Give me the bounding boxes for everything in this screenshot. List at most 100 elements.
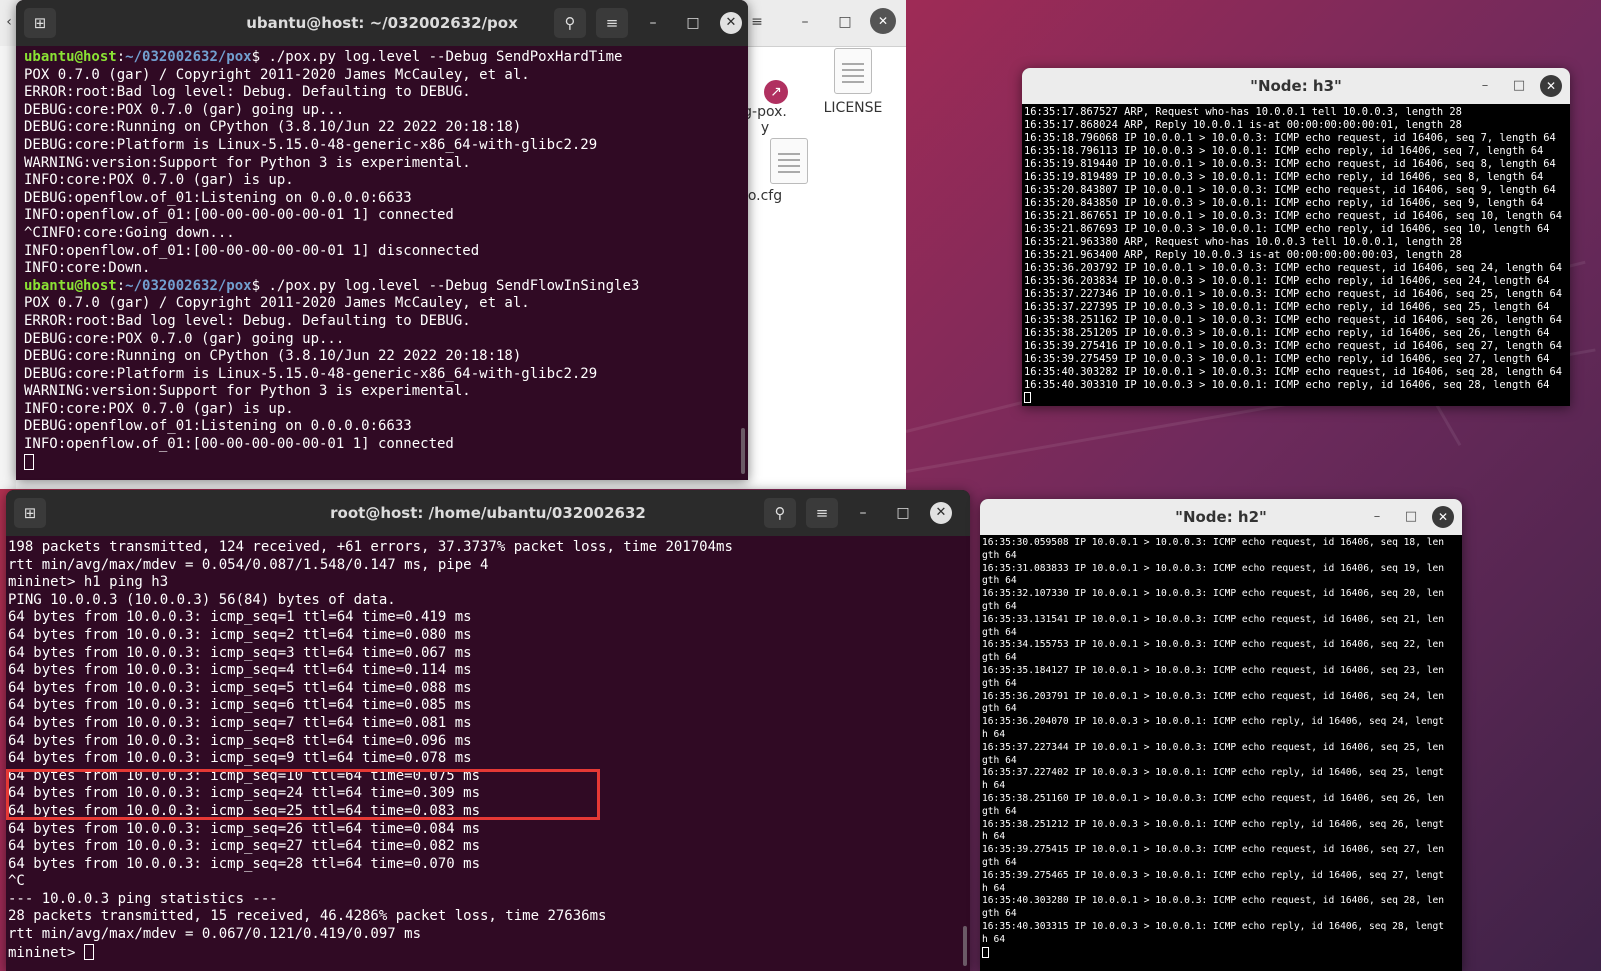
xterm-line: 16:35:39.275465 IP 10.0.0.3 > 10.0.0.1: … [982,869,1445,881]
terminal-line: ^CINFO:core:Going down... [24,224,235,241]
command-text: ./pox.py log.level --Debug SendPoxHardTi… [268,49,623,65]
cursor [1024,392,1031,403]
terminal-line: ubantu@host:~/032002632/pox$ ./pox.py lo… [24,49,623,65]
cursor [24,453,34,470]
maximize-icon[interactable]: □ [830,7,860,37]
xterm-line: h 64 [982,831,1006,843]
xterm-output[interactable]: 16:35:30.059508 IP 10.0.0.1 > 10.0.0.3: … [980,535,1462,971]
cursor-line [1024,392,1570,406]
menu-icon[interactable]: ≡ [596,8,628,38]
xterm-line: 16:35:39.275416 IP 10.0.0.1 > 10.0.0.3: … [1024,340,1562,352]
mininet-terminal-window[interactable]: ⊞ root@host: /home/ubantu/032002632 ⚲ ≡ … [6,490,970,971]
maximize-icon[interactable]: □ [682,12,704,34]
file-name: LICENSE [823,100,883,116]
xterm-line: 16:35:21.867693 IP 10.0.0.3 > 10.0.0.1: … [1024,223,1550,235]
terminal-line: DEBUG:openflow.of_01:Listening on 0.0.0.… [24,189,412,206]
maximize-icon[interactable]: □ [892,502,914,524]
xterm-line: h 64 [982,933,1006,945]
xterm-line: gth 64 [982,626,1017,638]
minimize-icon[interactable]: – [642,12,664,34]
xterm-line: 16:35:17.867527 ARP, Request who-has 10.… [1024,106,1462,118]
xterm-line: gth 64 [982,549,1017,561]
terminal-line: 64 bytes from 10.0.0.3: icmp_seq=9 ttl=6… [8,750,472,767]
terminal-line: mininet> h1 ping h3 [8,574,169,591]
xterm-line: h 64 [982,728,1006,740]
minimize-icon[interactable]: – [790,7,820,37]
file-manager-sidebar [0,46,16,489]
terminal-line: INFO:openflow.of_01:[00-00-00-00-00-01 1… [24,242,480,259]
minimize-icon[interactable]: – [852,502,874,524]
highlight-box [6,769,600,820]
xterm-line: 16:35:36.203834 IP 10.0.0.3 > 10.0.0.1: … [1024,275,1550,287]
minimize-icon[interactable]: – [1366,506,1388,528]
terminal-line: 64 bytes from 10.0.0.3: icmp_seq=28 ttl=… [8,855,481,872]
terminal-line: INFO:core:POX 0.7.0 (gar) is up. [24,400,294,417]
terminal-line: ^C [8,873,25,890]
xterm-line: 16:35:32.107330 IP 10.0.0.1 > 10.0.0.3: … [982,588,1445,600]
minimize-icon[interactable]: – [1474,75,1496,97]
close-icon[interactable]: ✕ [870,8,896,34]
terminal-line: DEBUG:core:POX 0.7.0 (gar) going up... [24,101,345,118]
terminal-line: WARNING:version:Support for Python 3 is … [24,383,471,400]
xterm-line: 16:35:19.819489 IP 10.0.0.3 > 10.0.0.1: … [1024,171,1544,183]
terminal-line: 64 bytes from 10.0.0.3: icmp_seq=26 ttl=… [8,820,481,837]
xterm-line: 16:35:18.796068 IP 10.0.0.1 > 10.0.0.3: … [1024,132,1556,144]
search-icon[interactable]: ⚲ [764,498,796,528]
node-h3-window[interactable]: "Node: h3" – □ ✕ 16:35:17.867527 ARP, Re… [1022,68,1570,406]
terminal-line: WARNING:version:Support for Python 3 is … [24,154,471,171]
cursor [982,946,989,958]
xterm-line: 16:35:40.303315 IP 10.0.0.3 > 10.0.0.1: … [982,920,1445,932]
document-icon [770,138,808,184]
terminal-line: 64 bytes from 10.0.0.3: icmp_seq=4 ttl=6… [8,662,472,679]
xterm-line: 16:35:36.204070 IP 10.0.0.3 > 10.0.0.1: … [982,716,1445,728]
xterm-line: 16:35:34.155753 IP 10.0.0.1 > 10.0.0.3: … [982,639,1445,651]
xterm-line: gth 64 [982,703,1017,715]
scrollbar[interactable] [963,926,967,966]
cursor [83,943,94,960]
document-icon [834,48,872,94]
close-icon[interactable]: ✕ [1540,75,1562,97]
maximize-icon[interactable]: □ [1508,75,1530,97]
search-icon[interactable]: ⚲ [554,8,586,38]
maximize-icon[interactable]: □ [1400,506,1422,528]
xterm-line: 16:35:19.819440 IP 10.0.0.1 > 10.0.0.3: … [1024,158,1556,170]
xterm-line: 16:35:35.184127 IP 10.0.0.1 > 10.0.0.3: … [982,664,1445,676]
terminal-output[interactable]: 198 packets transmitted, 124 received, +… [6,536,970,971]
python-file-icon: ↗ [750,58,788,104]
scrollbar[interactable] [741,428,745,474]
terminal-line: 64 bytes from 10.0.0.3: icmp_seq=27 ttl=… [8,838,481,855]
close-icon[interactable]: ✕ [720,12,742,34]
xterm-line: 16:35:37.227395 IP 10.0.0.3 > 10.0.0.1: … [1024,301,1550,313]
terminal-line: 64 bytes from 10.0.0.3: icmp_seq=1 ttl=6… [8,609,472,626]
terminal-line: POX 0.7.0 (gar) / Copyright 2011-2020 Ja… [24,295,530,312]
xterm-line: 16:35:30.059508 IP 10.0.0.1 > 10.0.0.3: … [982,537,1445,548]
xterm-line: gth 64 [982,908,1017,920]
xterm-line: 16:35:21.963380 ARP, Request who-has 10.… [1024,236,1462,248]
close-icon[interactable]: ✕ [930,502,952,524]
terminal-line: PING 10.0.0.3 (10.0.0.3) 56(84) bytes of… [8,591,396,608]
pox-terminal-window[interactable]: ⊞ ubantu@host: ~/032002632/pox ⚲ ≡ – □ ✕… [16,0,748,480]
terminal-line: 64 bytes from 10.0.0.3: icmp_seq=2 ttl=6… [8,626,472,643]
prompt-path: ~/032002632/pox [125,49,252,65]
xterm-line: gth 64 [982,805,1017,817]
xterm-line: 16:35:40.303280 IP 10.0.0.1 > 10.0.0.3: … [982,895,1445,907]
terminal-line: DEBUG:core:Platform is Linux-5.15.0-48-g… [24,136,598,153]
node-h2-window[interactable]: "Node: h2" – □ ✕ 16:35:30.059508 IP 10.0… [980,499,1462,971]
xterm-line: 16:35:33.131541 IP 10.0.0.1 > 10.0.0.3: … [982,613,1445,625]
xterm-line: gth 64 [982,856,1017,868]
terminal-titlebar: ⊞ root@host: /home/ubantu/032002632 ⚲ ≡ … [6,490,970,536]
terminal-output[interactable]: ubantu@host:~/032002632/pox$ ./pox.py lo… [16,46,748,480]
menu-icon[interactable]: ≡ [806,498,838,528]
file-icon-license[interactable]: LICENSE [808,48,898,116]
terminal-line: --- 10.0.0.3 ping statistics --- [8,890,278,907]
xterm-output[interactable]: 16:35:17.867527 ARP, Request who-has 10.… [1022,104,1570,406]
close-icon[interactable]: ✕ [1432,506,1454,528]
xterm-line: 16:35:21.867651 IP 10.0.0.1 > 10.0.0.3: … [1024,210,1562,222]
xterm-line: gth 64 [982,600,1017,612]
xterm-line: 16:35:20.843807 IP 10.0.0.1 > 10.0.0.3: … [1024,184,1556,196]
xterm-line: h 64 [982,780,1006,792]
terminal-line: 64 bytes from 10.0.0.3: icmp_seq=5 ttl=6… [8,679,472,696]
cursor-line [982,946,1462,963]
terminal-line: ERROR:root:Bad log level: Debug. Default… [24,312,471,329]
terminal-line: POX 0.7.0 (gar) / Copyright 2011-2020 Ja… [24,66,530,83]
